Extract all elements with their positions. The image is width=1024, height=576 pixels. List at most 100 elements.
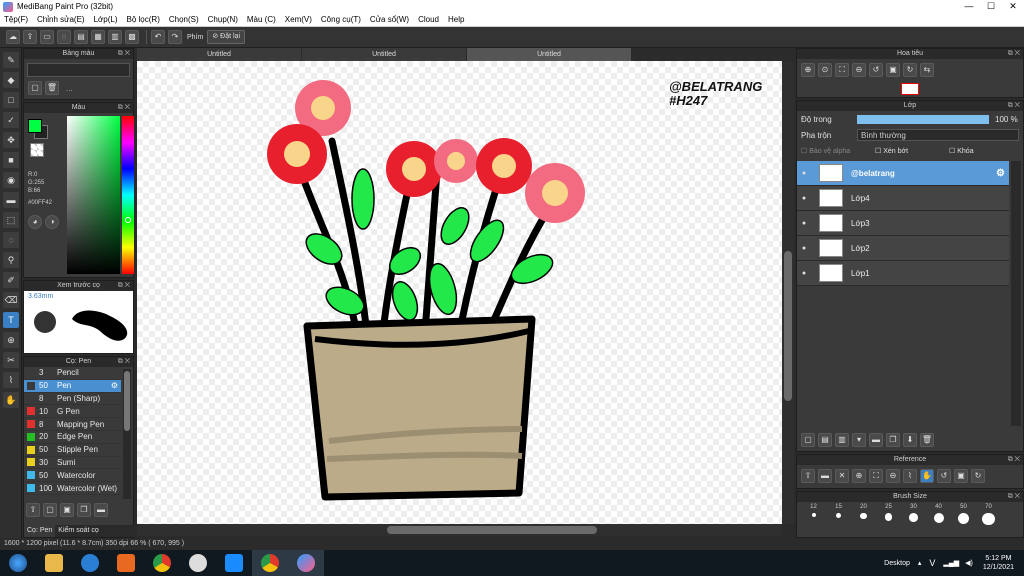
menu-edit[interactable]: Chỉnh sửa(E)	[37, 15, 85, 24]
eyedropper-tool-icon[interactable]: ⌇	[3, 372, 19, 388]
start-button[interactable]	[0, 550, 36, 576]
layer-row[interactable]: ● Lớp3	[797, 211, 1009, 236]
panel-float-icon[interactable]: ⧉ ✕	[118, 49, 130, 59]
new-layer-icon[interactable]: ▢	[801, 433, 815, 447]
ref-close-icon[interactable]: ✕	[835, 469, 849, 483]
brush-item[interactable]: 8 Mapping Pen	[24, 418, 121, 431]
protect-alpha-checkbox[interactable]: ☐ Bảo vệ alpha	[801, 147, 875, 155]
flip-icon[interactable]: ⇆	[920, 63, 934, 77]
opacity-slider[interactable]	[857, 114, 989, 124]
brush-list-scrollbar[interactable]	[123, 369, 131, 499]
brush-size-option[interactable]: 15	[826, 504, 851, 525]
magic-wand-tool-icon[interactable]: ⚲	[3, 252, 19, 268]
brush-size-option[interactable]: 50	[951, 504, 976, 525]
brush-new-icon[interactable]: ▢	[43, 503, 57, 517]
ref-rotate-right-icon[interactable]: ↻	[971, 469, 985, 483]
panel-float-icon[interactable]: ⧉ ✕	[1008, 49, 1020, 59]
medibang-taskbar-button[interactable]	[288, 550, 324, 576]
menu-tools[interactable]: Công cụ(T)	[321, 15, 361, 24]
layer-row[interactable]: ● Lớp1	[797, 261, 1009, 286]
menu-cloud[interactable]: Cloud	[418, 15, 439, 24]
ref-zoom-out-icon[interactable]: ⊖	[886, 469, 900, 483]
hand-tool-icon[interactable]: ✋	[3, 392, 19, 408]
ref-upload-icon[interactable]: ⇧	[801, 469, 815, 483]
menu-window[interactable]: Cửa sổ(W)	[370, 15, 409, 24]
visibility-icon[interactable]: ●	[797, 220, 811, 227]
tab-brush-control[interactable]: Kiểm soát cọ	[55, 525, 101, 537]
zoom-in-icon[interactable]: ⊕	[801, 63, 815, 77]
menu-file[interactable]: Tệp(F)	[4, 15, 28, 24]
palette-dropdown[interactable]	[27, 63, 130, 77]
panel-float-icon[interactable]: ⧉ ✕	[1008, 101, 1020, 111]
zalo-button[interactable]	[216, 550, 252, 576]
select-eraser-tool-icon[interactable]: ⌫	[3, 292, 19, 308]
brush-item[interactable]: 8 Pen (Sharp)	[24, 393, 121, 406]
new-8bit-layer-icon[interactable]: ▥	[835, 433, 849, 447]
brush-tool-icon[interactable]: ✎	[3, 52, 19, 68]
transparent-color-swatch[interactable]	[30, 143, 44, 157]
brush-item[interactable]: 50 Stipple Pen	[24, 444, 121, 457]
brush-item[interactable]: 50 Watercolor	[24, 469, 121, 483]
gear-icon[interactable]: ⚙	[996, 168, 1005, 179]
fit-icon[interactable]: ⛶	[835, 63, 849, 77]
eraser-tool-icon[interactable]: ◆	[3, 72, 19, 88]
foreground-color-swatch[interactable]	[28, 119, 42, 133]
undo-icon[interactable]: ↶	[151, 30, 165, 44]
chrome-button[interactable]	[144, 550, 180, 576]
lasso-tool-icon[interactable]: ◌	[3, 232, 19, 248]
layer-row[interactable]: ● Lớp4	[797, 186, 1009, 211]
zoom-out-icon[interactable]: ⊖	[852, 63, 866, 77]
drawing-canvas[interactable]: @BELATRANG #H247	[137, 61, 782, 524]
hue-slider[interactable]	[122, 116, 134, 274]
select-pen-tool-icon[interactable]: ✐	[3, 272, 19, 288]
ref-zoom-in-icon[interactable]: ⊕	[852, 469, 866, 483]
brush-size-option[interactable]: 20	[851, 504, 876, 525]
hue-slider-handle[interactable]	[125, 217, 131, 223]
rotate-left-icon[interactable]: ↺	[869, 63, 883, 77]
brush-item[interactable]: 100 Watercolor (Wet)	[24, 482, 121, 495]
ref-eyedropper-icon[interactable]: ⌇	[903, 469, 917, 483]
move-tool-icon[interactable]: ✥	[3, 132, 19, 148]
language-indicator[interactable]: V	[929, 558, 935, 568]
save-icon[interactable]: ▦	[91, 30, 105, 44]
panel-float-icon[interactable]: ⧉ ✕	[118, 357, 130, 367]
ref-reset-icon[interactable]: ▣	[954, 469, 968, 483]
brush-item[interactable]: 20 Edge Pen	[24, 431, 121, 444]
brush-size-option[interactable]: 12	[801, 504, 826, 525]
cloud-icon[interactable]: ☁	[6, 30, 20, 44]
menu-filter[interactable]: Bộ lọc(R)	[127, 15, 160, 24]
add-layer-menu-icon[interactable]: ▾	[852, 433, 866, 447]
zoom-actual-icon[interactable]: ⊙	[818, 63, 832, 77]
clock[interactable]: 5:12 PM 12/1/2021	[983, 554, 1014, 572]
navigator-thumbnail[interactable]	[901, 83, 919, 95]
saturation-value-picker[interactable]	[67, 116, 120, 274]
redo-icon[interactable]: ↷	[168, 30, 182, 44]
visibility-icon[interactable]: ●	[797, 170, 811, 177]
tab-untitled-1[interactable]: Untitled	[137, 48, 301, 61]
bucket-tool-icon[interactable]: ◉	[3, 172, 19, 188]
canvas-horizontal-scrollbar[interactable]	[137, 524, 782, 536]
panel-float-icon[interactable]: ⧉ ✕	[1008, 492, 1020, 502]
network-icon[interactable]: ▂▄▆	[943, 559, 959, 567]
layer-list-scrollbar[interactable]	[1011, 161, 1021, 426]
grid-icon[interactable]: ▩	[125, 30, 139, 44]
layer-row[interactable]: ● Lớp2	[797, 236, 1009, 261]
tab-untitled-3[interactable]: Untitled	[467, 48, 631, 61]
panel-float-icon[interactable]: ⧉ ✕	[1008, 455, 1020, 465]
desktop-toolbar[interactable]: Desktop	[884, 560, 910, 567]
gear-icon[interactable]: ⚙	[111, 381, 118, 390]
paint-app-button[interactable]	[180, 550, 216, 576]
tab-brush[interactable]: Cọ: Pen	[24, 525, 56, 537]
reset-view-icon[interactable]: ▣	[886, 63, 900, 77]
visibility-icon[interactable]: ●	[797, 245, 811, 252]
volume-icon[interactable]: ◀)	[965, 559, 973, 567]
brush-upload-icon[interactable]: ⇧	[26, 503, 40, 517]
chrome-active-button[interactable]	[252, 550, 288, 576]
operation-tool-icon[interactable]: ⊕	[3, 332, 19, 348]
share-icon[interactable]: ⇪	[23, 30, 37, 44]
brush-item[interactable]: 10 G Pen	[24, 405, 121, 419]
fill-rect-tool-icon[interactable]: ■	[3, 152, 19, 168]
menu-view[interactable]: Xem(V)	[285, 15, 312, 24]
tab-untitled-2[interactable]: Untitled	[302, 48, 466, 61]
horizontal-scroll-thumb[interactable]	[387, 526, 597, 534]
